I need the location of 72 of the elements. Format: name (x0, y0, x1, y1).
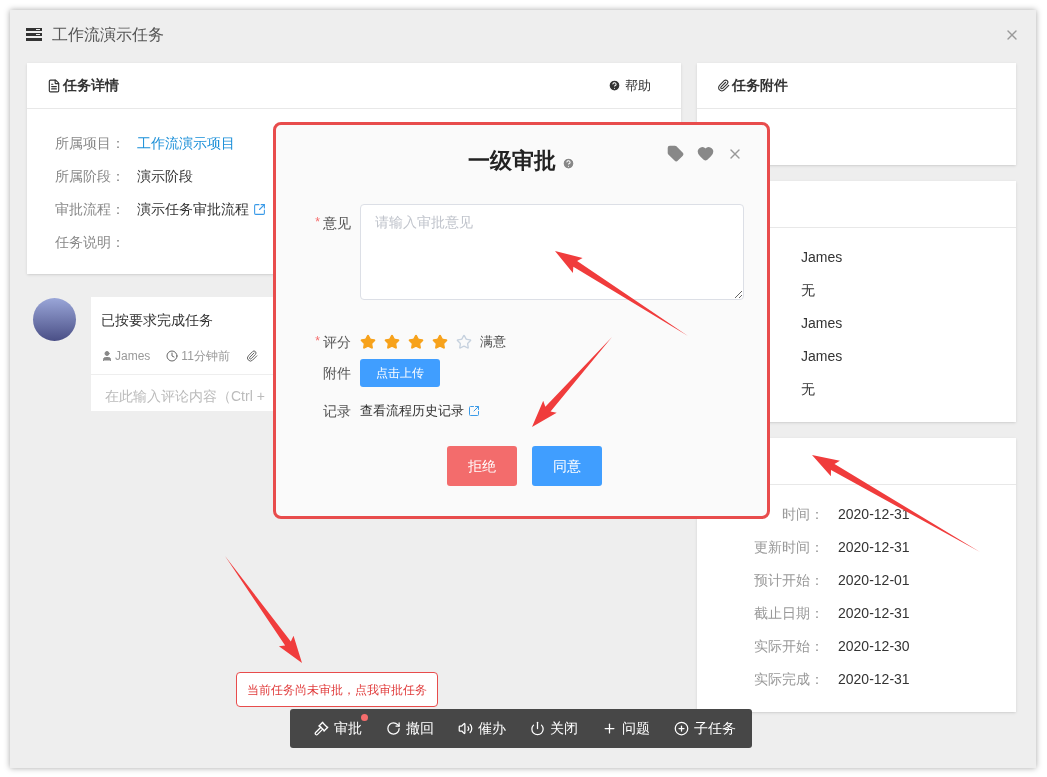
help-link[interactable]: 帮助 (608, 75, 651, 96)
field-label: 意见 (323, 214, 351, 233)
field-label: 更新时间： (753, 538, 825, 557)
card-title: 任务附件 (732, 76, 788, 95)
field-label: 实际开始： (753, 637, 825, 656)
field-label: 所属阶段： (55, 167, 126, 186)
plus-icon (602, 721, 617, 736)
field-label: 截止日期： (753, 604, 825, 623)
gavel-icon (314, 721, 329, 736)
rating-star[interactable] (456, 334, 472, 350)
field-value: 2020-12-31 (838, 604, 910, 623)
field-label: 所属项目： (55, 134, 126, 153)
field-value: 2020-12-30 (838, 637, 910, 656)
field-value: 无 (800, 281, 816, 300)
card-title: 任务详情 (63, 76, 119, 95)
menu-icon (26, 28, 42, 42)
comment-text: 已按要求完成任务 (100, 311, 214, 330)
field-label: 预计开始： (753, 571, 825, 590)
field-value: James (800, 347, 844, 366)
toolbar-button[interactable]: 催办 (458, 714, 508, 743)
rating-text: 满意 (480, 333, 506, 352)
rating-star[interactable] (360, 334, 376, 350)
rating-star[interactable] (408, 334, 424, 350)
help-icon (608, 79, 621, 92)
document-icon (47, 78, 61, 93)
volume-icon (458, 721, 473, 736)
comment-author: James (115, 348, 151, 365)
field-label: 记录 (322, 401, 351, 421)
field-value: 2020-12-31 (838, 538, 910, 557)
comment-time: 11分钟前 (181, 348, 230, 365)
field-value: 演示任务审批流程 (137, 200, 249, 219)
window-title: 工作流演示任务 (52, 25, 164, 45)
toolbar-button[interactable]: 子任务 (674, 714, 738, 743)
clock-icon (166, 350, 179, 362)
power-icon (530, 721, 545, 736)
toolbar-button[interactable]: 审批 (314, 714, 364, 743)
tag-icon[interactable] (667, 145, 684, 162)
opinion-field[interactable]: 请输入审批意见 (360, 204, 744, 300)
field-label: 任务说明： (55, 233, 126, 252)
rating-star[interactable] (384, 334, 400, 350)
field-label: 审批流程： (55, 200, 126, 219)
field-value: 演示阶段 (137, 167, 193, 186)
field-label: 评分 (323, 332, 351, 352)
avatar (33, 298, 76, 341)
toolbar-button[interactable]: 问题 (602, 714, 652, 743)
field-value: 2020-12-01 (838, 571, 910, 590)
dialog-title: 一级审批 (468, 147, 556, 175)
field-value: 2020-12-31 (838, 670, 910, 689)
plus-circle-icon (674, 721, 689, 736)
paperclip-icon (717, 79, 730, 92)
field-value: 2020-12-31 (838, 505, 910, 524)
tooltip-text: 当前任务尚未审批，点我审批任务 (247, 681, 427, 699)
user-icon (101, 350, 113, 362)
heart-icon[interactable] (697, 145, 714, 162)
field-label: 时间： (781, 505, 825, 524)
history-link[interactable]: 查看流程历史记录 (360, 401, 464, 421)
external-link-icon[interactable] (253, 203, 266, 216)
external-link-icon[interactable] (468, 405, 480, 417)
field-value: 无 (800, 380, 816, 399)
rating-star[interactable] (432, 334, 448, 350)
redo-icon (386, 721, 401, 736)
field-value: James (800, 248, 844, 267)
field-label: 实际完成： (753, 670, 825, 689)
paperclip-icon[interactable] (245, 350, 258, 362)
field-value: James (800, 314, 844, 333)
help-icon[interactable] (562, 157, 575, 170)
required-mark: * (315, 214, 320, 231)
required-mark: * (315, 332, 320, 350)
project-link[interactable]: 工作流演示项目 (137, 133, 235, 154)
toolbar-button[interactable]: 关闭 (530, 714, 580, 743)
field-label: 附件 (322, 363, 351, 383)
toolbar-button[interactable]: 撤回 (386, 714, 436, 743)
